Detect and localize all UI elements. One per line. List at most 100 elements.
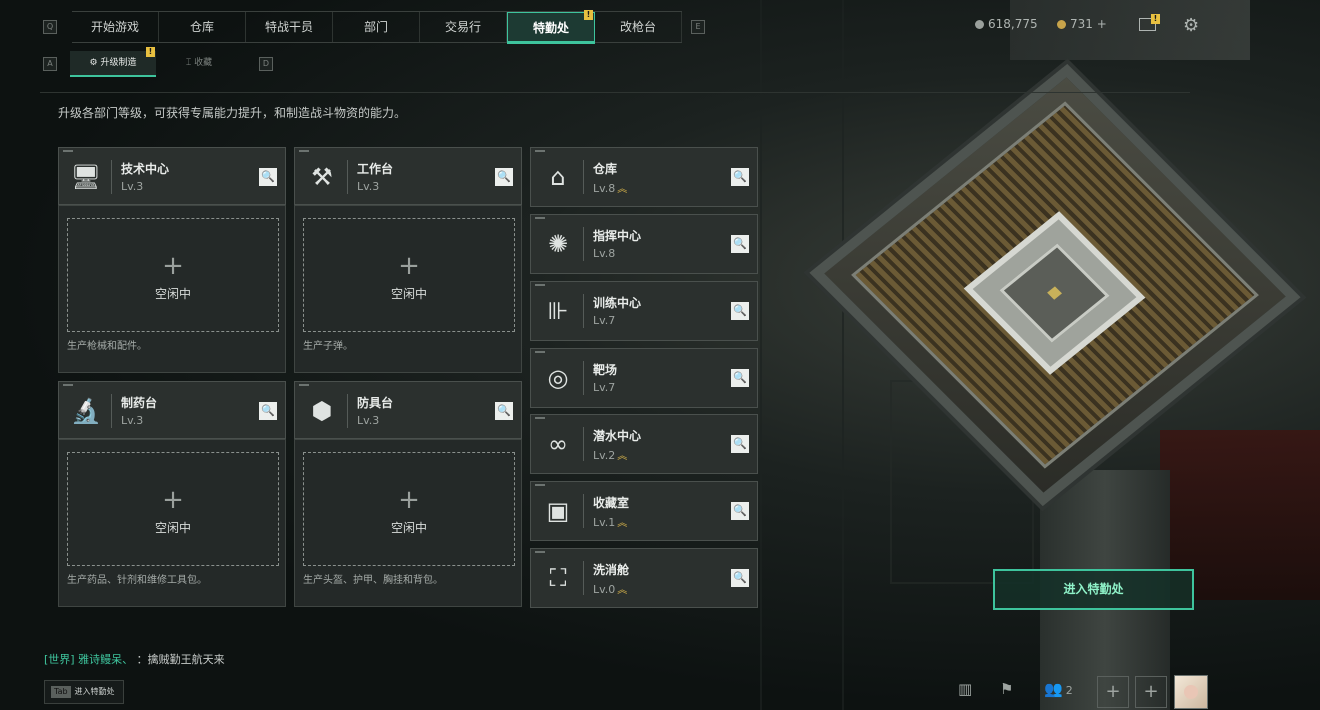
production-slot-armor[interactable]: + 空闲中 生产头盔、护甲、胸挂和背包。	[294, 439, 522, 607]
plus-icon[interactable]: +	[68, 487, 278, 513]
silver-currency: 618,775	[975, 17, 1038, 31]
department-card-range[interactable]: ◎ 靶场 Lv.7 🔍	[530, 348, 758, 408]
department-card-collection[interactable]: ▣ 收藏室 Lv.1 ︽ 🔍	[530, 481, 758, 541]
collection-icon: ▣	[546, 497, 570, 525]
plus-icon[interactable]: +	[68, 253, 278, 279]
slot-dashed-box: + 空闲中	[303, 452, 515, 566]
tab-special-ops[interactable]: 特勤处 !	[507, 10, 595, 44]
slot-dashed-box: + 空闲中	[67, 218, 279, 332]
tab-operators[interactable]: 特战干员	[246, 12, 333, 42]
page-description: 升级各部门等级，可获得专属能力提升，和制造战斗物资的能力。	[58, 106, 407, 120]
workshop-card-workbench[interactable]: ⚒ 工作台 Lv.3 🔍	[294, 147, 522, 205]
invite-slot-button[interactable]: +	[1135, 676, 1167, 708]
upgrade-arrow-icon: ︽	[617, 585, 627, 596]
tab-departments[interactable]: 部门	[333, 12, 420, 42]
search-icon[interactable]: 🔍	[731, 302, 749, 320]
world-chat-line[interactable]: [世界] 雅诗鳗呆、 ：擒贼勤王航天来	[44, 651, 225, 667]
enter-special-ops-button[interactable]: 进入特勤处	[993, 569, 1194, 610]
department-level: Lv.1 ︽	[593, 514, 627, 529]
subtab-upgrade-craft[interactable]: ⚙ 升级制造 !	[70, 47, 156, 77]
department-card-training[interactable]: ⊪ 训练中心 Lv.7 🔍	[530, 281, 758, 341]
top-navigation: Q 开始游戏 仓库 特战干员 部门 交易行 特勤处 ! 改枪台 E 618,77…	[0, 0, 1320, 48]
department-name: 洗消舱	[593, 563, 630, 577]
tab-start-game[interactable]: 开始游戏	[72, 12, 159, 42]
department-card-command[interactable]: ✺ 指挥中心 Lv.8 🔍	[530, 214, 758, 274]
settings-gear-icon[interactable]: ⚙	[1183, 15, 1199, 36]
department-card-decontamination[interactable]: ⛶ 洗消舱 Lv.0 ︽ 🔍	[530, 548, 758, 608]
tab-shortcut-hint[interactable]: Tab 进入特勤处	[44, 680, 124, 704]
subtab-collection[interactable]: ⌶ 收藏	[156, 51, 242, 75]
card-tab-mark	[535, 351, 545, 353]
card-separator	[583, 561, 584, 595]
department-level: Lv.2 ︽	[593, 447, 627, 462]
party-icon[interactable]: 👥 2	[1044, 680, 1073, 698]
card-tab-mark	[535, 284, 545, 286]
search-icon[interactable]: 🔍	[495, 168, 513, 186]
department-card-warehouse[interactable]: ⌂ 仓库 Lv.8 ︽ 🔍	[530, 147, 758, 207]
department-name: 指挥中心	[593, 229, 642, 243]
production-slot-workbench[interactable]: + 空闲中 生产子弹。	[294, 205, 522, 373]
card-separator	[111, 394, 112, 428]
search-icon[interactable]: 🔍	[731, 235, 749, 253]
search-icon[interactable]: 🔍	[731, 369, 749, 387]
tab-warehouse[interactable]: 仓库	[159, 12, 246, 42]
slot-description: 生产枪械和配件。	[67, 341, 147, 352]
card-tab-mark	[299, 384, 309, 386]
invite-slot-button[interactable]: +	[1097, 676, 1129, 708]
card-separator	[583, 361, 584, 395]
tools-icon: ⚒	[311, 163, 333, 191]
production-slot-pharmacy[interactable]: + 空闲中 生产药品、针剂和维修工具包。	[58, 439, 286, 607]
command-icon: ✺	[547, 230, 569, 258]
search-icon[interactable]: 🔍	[731, 435, 749, 453]
department-name: 靶场	[593, 363, 618, 377]
flag-icon[interactable]: ⚑	[1000, 680, 1013, 698]
workshop-level: Lv.3	[357, 180, 380, 193]
divider	[40, 92, 1190, 93]
decontamination-icon: ⛶	[549, 564, 567, 592]
card-tab-mark	[535, 217, 545, 219]
department-level: Lv.8	[593, 247, 616, 260]
subtab-collection-label: 收藏	[194, 58, 213, 68]
subnav-prev-key[interactable]: A	[43, 57, 57, 71]
workshop-card-pharmacy[interactable]: 🔬 制药台 Lv.3 🔍	[58, 381, 286, 439]
search-icon[interactable]: 🔍	[495, 402, 513, 420]
workshop-card-tech-center[interactable]: 🖥 技术中心 Lv.3 🔍	[58, 147, 286, 205]
subtab-upgrade-craft-label: 升级制造	[100, 58, 137, 68]
department-card-diving[interactable]: ∞ 潜水中心 Lv.2 ︽ 🔍	[530, 414, 758, 474]
gold-currency[interactable]: 731 +	[1057, 17, 1107, 31]
subnav-next-key[interactable]: D	[259, 57, 273, 71]
nav-next-key[interactable]: E	[691, 20, 705, 34]
stats-chart-icon[interactable]: ▥	[958, 680, 972, 698]
search-icon[interactable]: 🔍	[731, 168, 749, 186]
notification-badge: !	[584, 10, 593, 20]
workshop-level: Lv.3	[121, 414, 144, 427]
slot-description: 生产头盔、护甲、胸挂和背包。	[303, 575, 443, 586]
tab-special-ops-label: 特勤处	[532, 21, 569, 35]
search-icon[interactable]: 🔍	[259, 402, 277, 420]
plus-icon[interactable]: +	[304, 253, 514, 279]
card-tab-mark	[63, 150, 73, 152]
production-slot-tech-center[interactable]: + 空闲中 生产枪械和配件。	[58, 205, 286, 373]
department-level: Lv.7	[593, 314, 616, 327]
sub-tabs: ⚙ 升级制造 ! ⌶ 收藏	[70, 47, 242, 77]
search-icon[interactable]: 🔍	[259, 168, 277, 186]
card-separator	[583, 494, 584, 528]
plus-icon[interactable]: +	[304, 487, 514, 513]
tab-gunsmith[interactable]: 改枪台	[595, 12, 682, 42]
dumbbell-icon: ⊪	[547, 297, 569, 325]
search-icon[interactable]: 🔍	[731, 502, 749, 520]
tab-trading[interactable]: 交易行	[420, 12, 507, 42]
department-level: Lv.8 ︽	[593, 180, 627, 195]
add-gold-button[interactable]: +	[1097, 17, 1107, 31]
card-separator	[583, 294, 584, 328]
cube-core	[963, 211, 1146, 375]
search-icon[interactable]: 🔍	[731, 569, 749, 587]
player-avatar[interactable]	[1174, 675, 1208, 709]
workshop-name: 工作台	[357, 162, 394, 176]
tab-key: Tab	[51, 686, 71, 698]
nav-prev-key[interactable]: Q	[43, 20, 57, 34]
workshop-level: Lv.3	[357, 414, 380, 427]
upgrade-arrow-icon: ︽	[617, 518, 627, 529]
chat-user: 雅诗鳗呆、	[78, 653, 134, 666]
workshop-card-armor[interactable]: ⬢ 防具台 Lv.3 🔍	[294, 381, 522, 439]
